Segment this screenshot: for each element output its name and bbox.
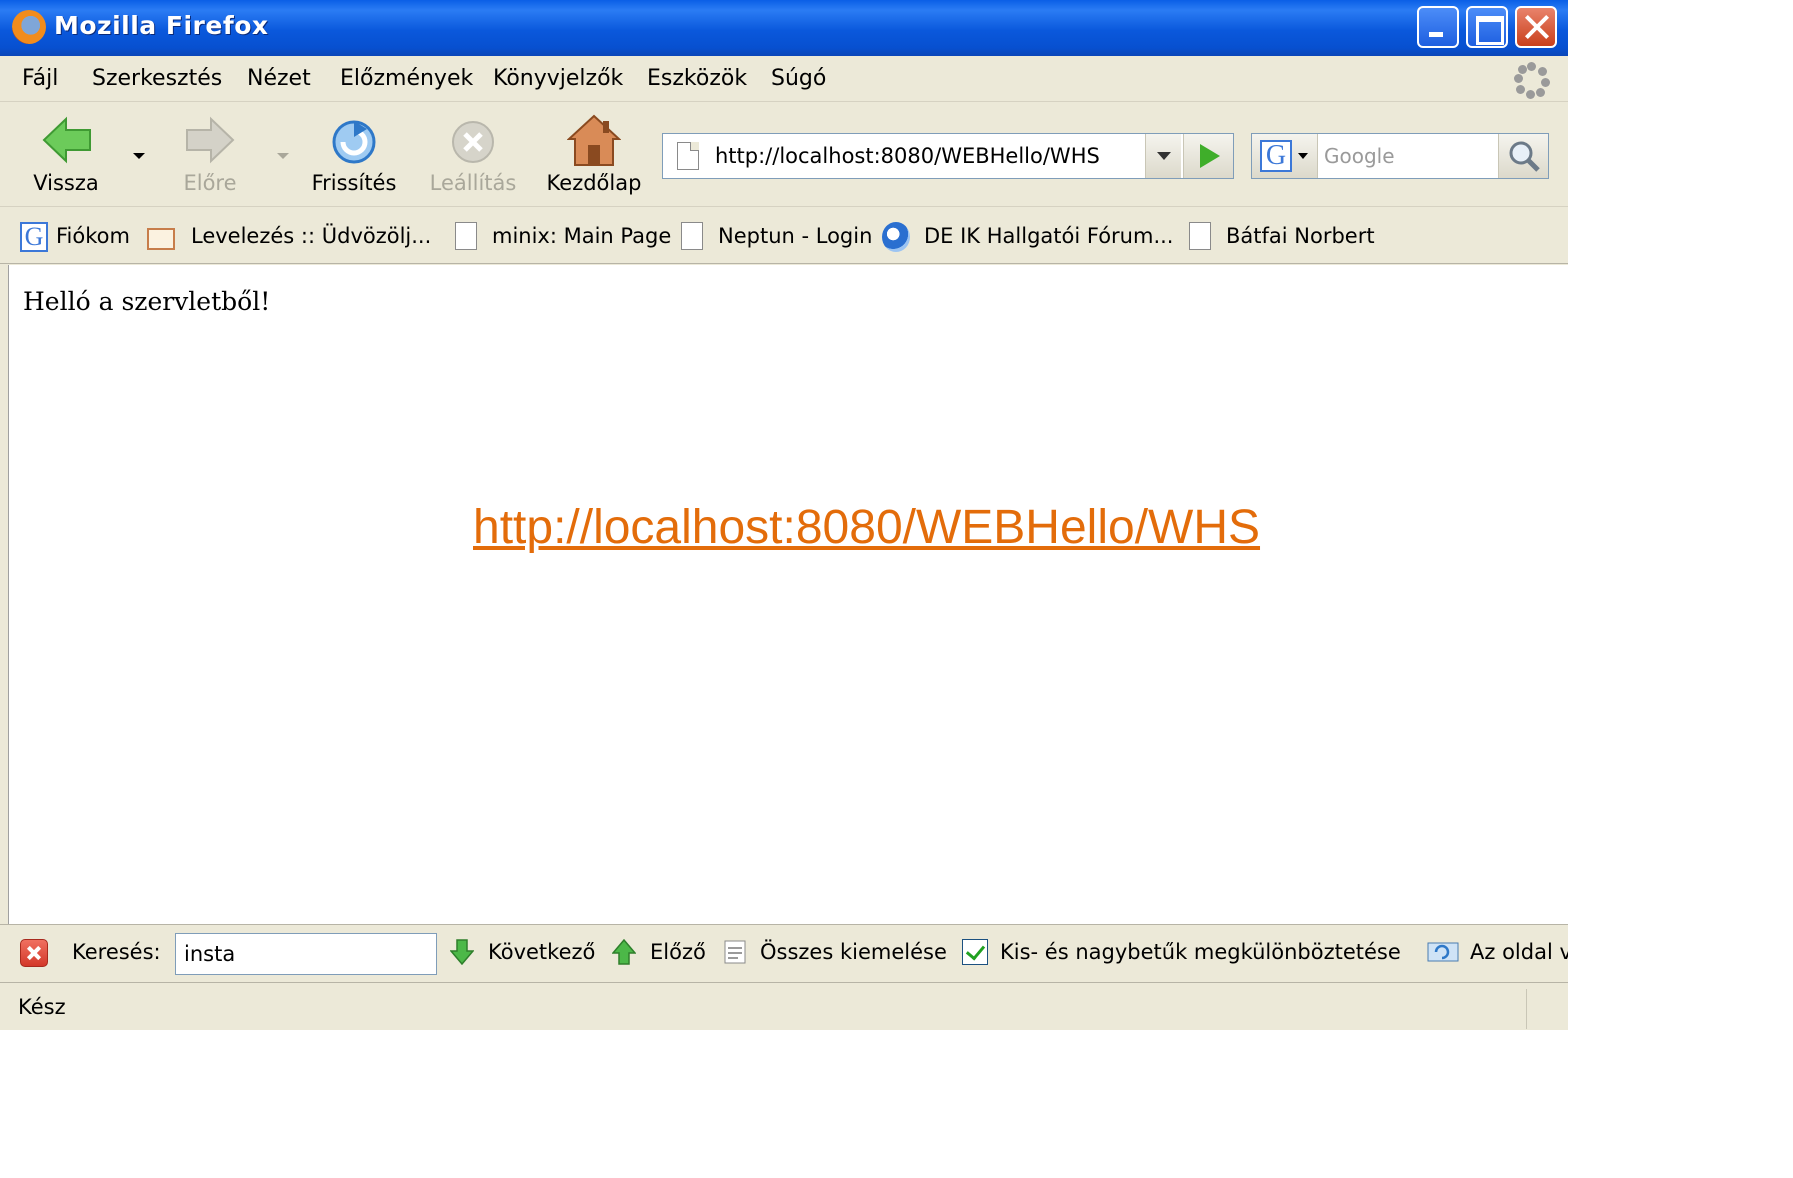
bookmark-label: minix: Main Page [492,224,672,248]
page-icon [677,142,699,170]
home-button[interactable]: Kezdőlap [544,103,644,207]
close-window-button[interactable] [1515,6,1557,48]
window-title: Mozilla Firefox [54,11,269,40]
resize-grip-icon[interactable] [1526,989,1568,1029]
menu-view[interactable]: Nézet [247,66,311,91]
chevron-down-icon [1298,153,1308,159]
stop-icon [452,121,494,163]
reload-button[interactable]: Frissítés [305,103,403,207]
menu-file[interactable]: Fájl [22,66,58,91]
reload-label: Frissítés [311,171,397,195]
forward-button[interactable]: Előre [170,103,250,207]
home-icon [567,114,621,166]
forward-arrow-icon [186,116,235,164]
annotation-url-link[interactable]: http://localhost:8080/WEBHello/WHS [473,500,1260,555]
bookmarks-toolbar: G Fiókom Levelezés :: Üdvözölj... minix:… [0,208,1568,264]
page-icon [1189,222,1211,250]
browser-window: Mozilla Firefox Fájl Szerkesztés Nézet E… [0,0,1568,1030]
search-input[interactable] [1324,142,1494,170]
forward-history-dropdown[interactable] [277,153,289,159]
menu-history[interactable]: Előzmények [340,66,473,91]
stop-button[interactable]: Leállítás [425,103,521,207]
search-bar[interactable]: G [1251,133,1549,179]
menu-help[interactable]: Súgó [771,66,826,91]
back-label: Vissza [33,171,99,195]
menu-bookmarks[interactable]: Könyvjelzők [493,66,623,91]
back-arrow-icon [42,116,91,164]
up-arrow-icon [612,939,636,965]
bookmark-label: Levelezés :: Üdvözölj... [191,224,432,248]
reload-icon [332,120,376,164]
back-history-dropdown[interactable] [133,153,145,159]
find-bar: Keresés: Következő Előző Összes kiemelés… [0,924,1568,982]
url-input[interactable] [715,142,1135,170]
address-bar[interactable] [662,133,1234,179]
bookmark-label: DE IK Hallgatói Fórum... [924,224,1174,248]
menu-tools[interactable]: Eszközök [647,66,747,91]
activity-throbber-icon [1514,62,1550,99]
down-arrow-icon [450,939,474,965]
go-button[interactable] [1183,134,1233,178]
status-text: Kész [18,995,66,1019]
match-case-label: Kis- és nagybetűk megkülönböztetése [1000,940,1401,964]
search-engine-selector[interactable]: G [1252,134,1318,178]
bookmark-label: Fiókom [56,224,130,248]
status-bar: Kész [0,982,1568,1030]
minimize-button[interactable] [1417,6,1459,48]
find-next-label: Következő [488,940,596,964]
google-icon: G [1260,140,1292,172]
page-icon [455,222,477,250]
menu-edit[interactable]: Szerkesztés [92,66,222,91]
ie-icon [882,222,910,252]
magnifier-icon [1509,141,1540,172]
back-button[interactable]: Vissza [28,103,104,207]
page-content: Helló a szervletből! [8,265,1568,924]
page-icon [681,222,703,250]
find-label: Keresés: [72,940,161,964]
highlight-all-label: Összes kiemelése [760,940,947,964]
url-history-dropdown-button[interactable] [1145,134,1181,178]
find-input[interactable] [175,933,437,975]
close-findbar-icon[interactable] [20,939,48,967]
bookmark-label: Bátfai Norbert [1226,224,1375,248]
highlight-icon [724,940,746,964]
find-previous-label: Előző [650,940,706,964]
home-label: Kezdőlap [546,171,642,195]
firefox-logo-icon [12,10,46,44]
wrap-around-icon [1427,942,1459,962]
wrap-notice-label: Az oldal v [1470,940,1568,964]
google-icon: G [20,222,48,252]
stop-label: Leállítás [429,171,517,195]
forward-label: Előre [183,171,237,195]
menu-bar: Fájl Szerkesztés Nézet Előzmények Könyvj… [0,56,1568,102]
search-button[interactable] [1498,134,1548,178]
title-bar: Mozilla Firefox [0,0,1568,56]
maximize-button[interactable] [1466,6,1508,48]
mail-icon [147,228,175,250]
page-body-text: Helló a szervletből! [23,287,271,316]
bookmark-label: Neptun - Login [718,224,873,248]
match-case-checkbox[interactable] [962,939,988,965]
